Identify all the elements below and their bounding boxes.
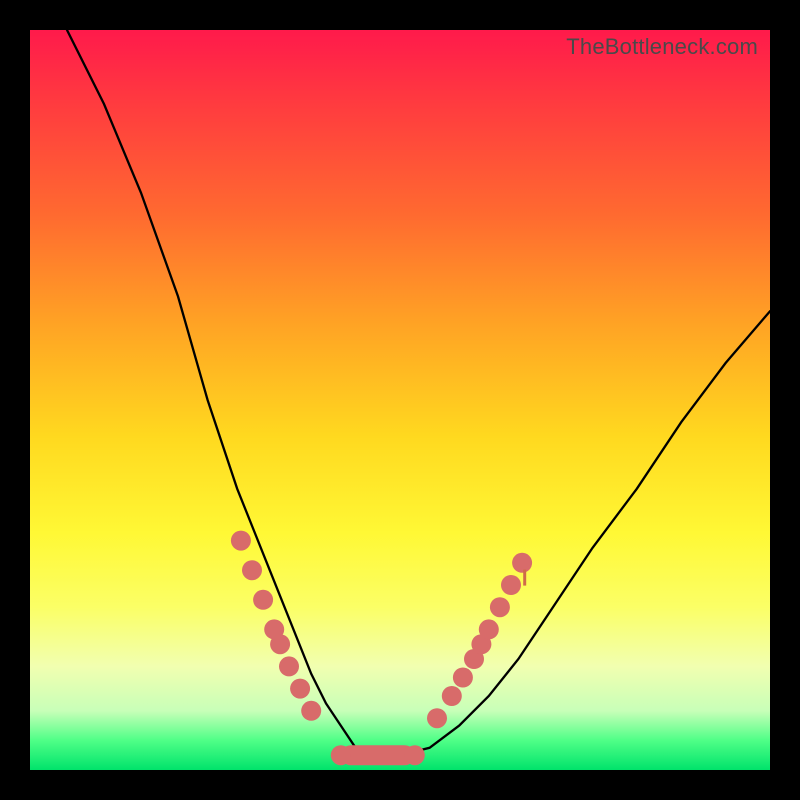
marker-dot	[427, 708, 447, 728]
bottleneck-chart	[30, 30, 770, 770]
marker-dot	[270, 634, 290, 654]
marker-dot	[442, 686, 462, 706]
marker-dot	[301, 701, 321, 721]
marker-dot	[331, 745, 351, 765]
marker-dot	[290, 679, 310, 699]
marker-dot	[512, 553, 532, 573]
marker-dot	[501, 575, 521, 595]
marker-dot	[405, 745, 425, 765]
plot-area: TheBottleneck.com	[30, 30, 770, 770]
bottom-pill	[331, 745, 425, 765]
marker-dot	[231, 531, 251, 551]
markers-right	[427, 553, 532, 728]
min-region-pill	[341, 745, 415, 765]
marker-dot	[479, 619, 499, 639]
bottleneck-curve	[67, 30, 770, 755]
marker-dot	[453, 668, 473, 688]
marker-dot	[490, 597, 510, 617]
marker-dot	[279, 656, 299, 676]
marker-dot	[253, 590, 273, 610]
chart-frame: TheBottleneck.com	[0, 0, 800, 800]
markers-left	[231, 531, 321, 721]
marker-dot	[242, 560, 262, 580]
